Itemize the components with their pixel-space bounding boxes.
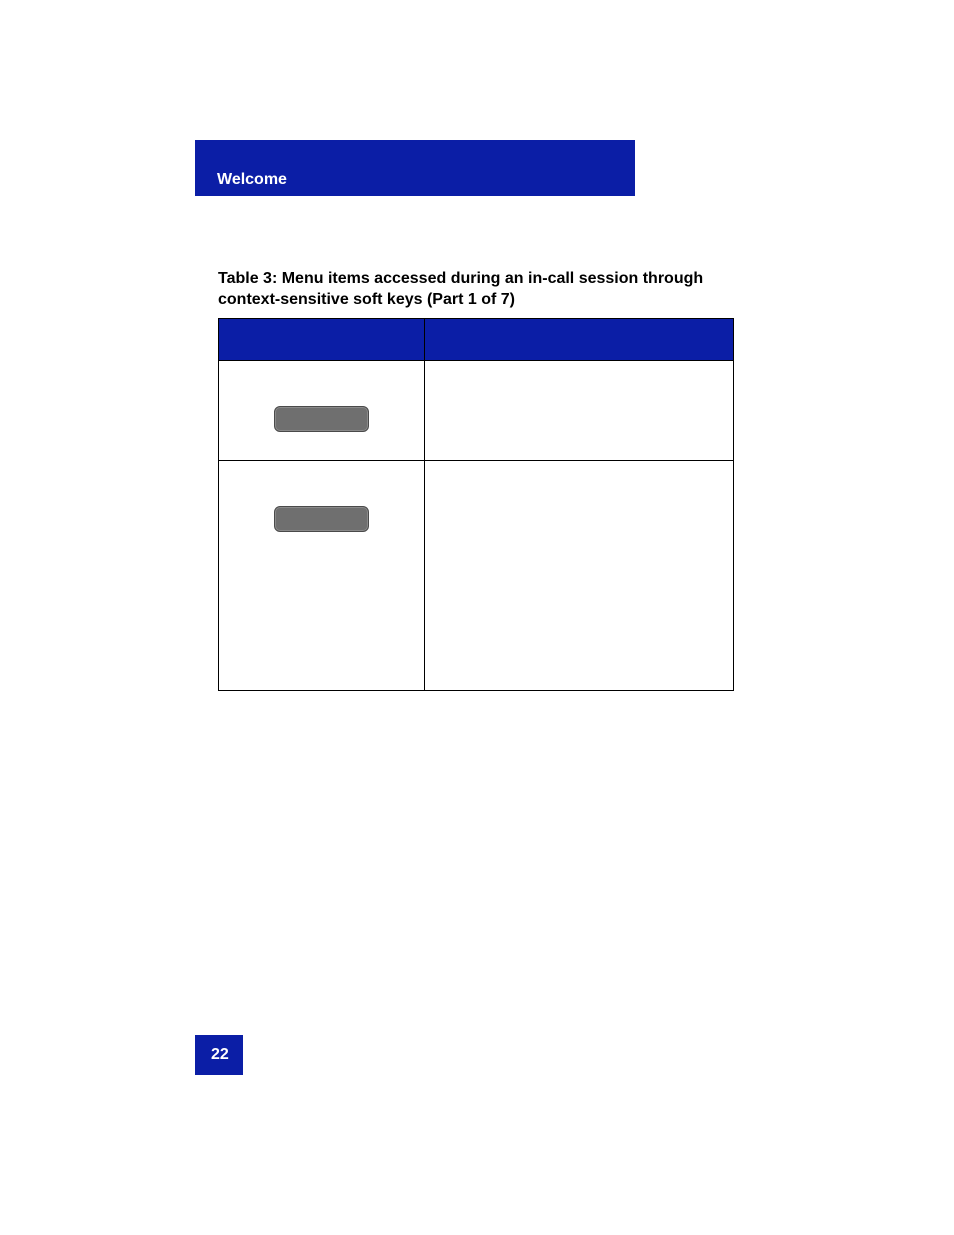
description-cell bbox=[425, 361, 734, 461]
page-number-badge: 22 bbox=[195, 1035, 243, 1075]
section-header-bar: Welcome bbox=[195, 140, 635, 196]
document-page: Welcome Table 3: Menu items accessed dur… bbox=[0, 0, 954, 1235]
table-header-row bbox=[219, 319, 734, 361]
description-cell bbox=[425, 461, 734, 691]
table-caption: Table 3: Menu items accessed during an i… bbox=[218, 269, 733, 311]
table-row bbox=[219, 361, 734, 461]
table-header-left bbox=[219, 319, 425, 361]
menu-items-table bbox=[218, 318, 734, 691]
softkey-cell bbox=[219, 461, 425, 691]
page-number: 22 bbox=[211, 1046, 229, 1064]
soft-key-button bbox=[274, 406, 369, 432]
softkey-wrap bbox=[219, 406, 424, 432]
section-header-title: Welcome bbox=[217, 171, 287, 189]
table-header-right bbox=[425, 319, 734, 361]
soft-key-button bbox=[274, 506, 369, 532]
softkey-wrap bbox=[219, 506, 424, 532]
table-row bbox=[219, 461, 734, 691]
softkey-cell bbox=[219, 361, 425, 461]
